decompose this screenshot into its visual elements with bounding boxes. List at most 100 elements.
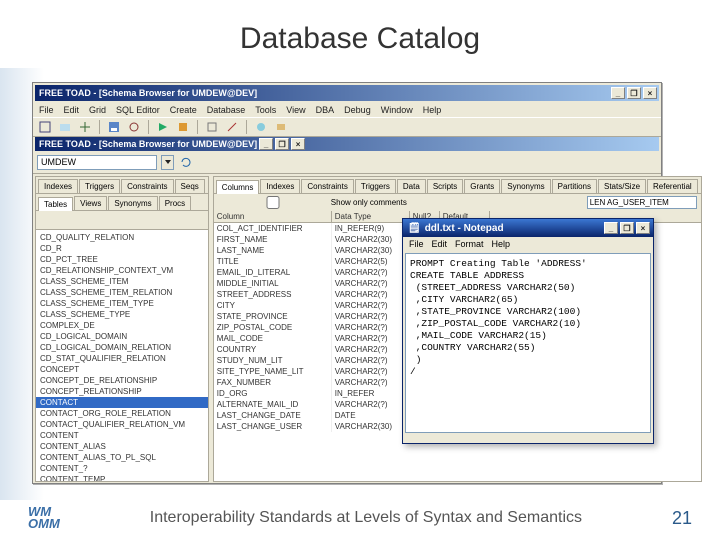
tab-grants[interactable]: Grants	[464, 179, 500, 193]
list-item[interactable]: CD_PCT_TREE	[36, 254, 208, 265]
toolbar-icon[interactable]	[124, 213, 138, 227]
menu-grid[interactable]: Grid	[89, 105, 106, 115]
list-item[interactable]: COMPLEX_DE	[36, 320, 208, 331]
refresh-icon[interactable]	[178, 154, 194, 170]
list-item[interactable]: CONTENT_ALIAS	[36, 441, 208, 452]
tab-seqs[interactable]: Seqs	[175, 179, 205, 193]
toolbar-icon[interactable]	[126, 119, 142, 135]
list-item[interactable]: CONTENT	[36, 430, 208, 441]
notepad-titlebar[interactable]: 🗒 ddl.txt - Notepad _ ❐ ×	[403, 219, 653, 237]
list-item[interactable]: CD_QUALITY_RELATION	[36, 232, 208, 243]
list-item[interactable]: CONTACT	[36, 397, 208, 408]
grid-cell: STREET_ADDRESS	[214, 289, 332, 300]
toolbar-icon[interactable]	[107, 213, 121, 227]
notepad-text-area[interactable]: PROMPT Creating Table 'ADDRESS' CREATE T…	[405, 253, 651, 433]
tab-constraints[interactable]: Constraints	[121, 179, 173, 193]
minimize-button[interactable]: _	[611, 87, 625, 99]
app-menubar: File Edit Grid SQL Editor Create Database Tool…	[33, 103, 661, 117]
menu-sql-editor[interactable]: SQL Editor	[116, 105, 160, 115]
tab-referential[interactable]: Referential	[647, 179, 698, 193]
menu-file[interactable]: File	[39, 105, 54, 115]
list-item[interactable]: CONCEPT	[36, 364, 208, 375]
notepad-close-button[interactable]: ×	[636, 222, 650, 234]
toolbar-icon[interactable]	[253, 119, 269, 135]
child-minimize-button[interactable]: _	[259, 138, 273, 150]
tab-synonyms[interactable]: Synonyms	[108, 196, 157, 210]
grid-cell: VARCHAR2(?)	[332, 300, 410, 311]
show-comments-checkbox[interactable]	[218, 196, 328, 209]
save-icon[interactable]	[106, 119, 122, 135]
menu-window[interactable]: Window	[381, 105, 413, 115]
child-close-button[interactable]: ×	[291, 138, 305, 150]
schema-dropdown-icon[interactable]	[161, 155, 174, 170]
toolbar-icon[interactable]	[56, 213, 70, 227]
tab-columns[interactable]: Columns	[216, 180, 260, 194]
toolbar-icon[interactable]	[224, 119, 240, 135]
toolbar-icon[interactable]	[90, 213, 104, 227]
notepad-menu-file[interactable]: File	[409, 239, 424, 249]
list-item[interactable]: CD_LOGICAL_DOMAIN	[36, 331, 208, 342]
tab-scripts[interactable]: Scripts	[427, 179, 463, 193]
maximize-button[interactable]: ❐	[627, 87, 641, 99]
toolbar-icon[interactable]	[204, 119, 220, 135]
menu-debug[interactable]: Debug	[344, 105, 371, 115]
notepad-menu-help[interactable]: Help	[492, 239, 511, 249]
tab-procs[interactable]: Procs	[159, 196, 191, 210]
notepad-window[interactable]: 🗒 ddl.txt - Notepad _ ❐ × File Edit Format…	[402, 218, 654, 444]
list-item[interactable]: CLASS_SCHEME_ITEM_TYPE	[36, 298, 208, 309]
list-item[interactable]: CONTENT_?	[36, 463, 208, 474]
toolbar-icon[interactable]	[175, 119, 191, 135]
tab-partitions[interactable]: Partitions	[552, 179, 597, 193]
list-item[interactable]: CONCEPT_DE_RELATIONSHIP	[36, 375, 208, 386]
object-list[interactable]: CD_QUALITY_RELATIONCD_RCD_PCT_TREECD_REL…	[36, 230, 208, 481]
tab-tables[interactable]: Tables	[38, 197, 73, 211]
toolbar-icon[interactable]	[39, 213, 53, 227]
tab-data[interactable]: Data	[397, 179, 426, 193]
tab-views[interactable]: Views	[74, 196, 107, 210]
list-item[interactable]: CD_LOGICAL_DOMAIN_RELATION	[36, 342, 208, 353]
tab-stats-size[interactable]: Stats/Size	[598, 179, 646, 193]
child-maximize-button[interactable]: ❐	[275, 138, 289, 150]
tab-constraints[interactable]: Constraints	[301, 179, 353, 193]
menu-tools[interactable]: Tools	[255, 105, 276, 115]
grid-col-column[interactable]: Column	[214, 211, 332, 222]
list-item[interactable]: CD_STAT_QUALIFIER_RELATION	[36, 353, 208, 364]
menu-dba[interactable]: DBA	[316, 105, 335, 115]
grid-col-datatype[interactable]: Data Type	[332, 211, 410, 222]
list-item[interactable]: CLASS_SCHEME_ITEM_RELATION	[36, 287, 208, 298]
menu-database[interactable]: Database	[207, 105, 246, 115]
notepad-maximize-button[interactable]: ❐	[620, 222, 634, 234]
list-item[interactable]: CD_RELATIONSHIP_CONTEXT_VM	[36, 265, 208, 276]
list-item[interactable]: CONCEPT_RELATIONSHIP	[36, 386, 208, 397]
toolbar-icon[interactable]	[73, 213, 87, 227]
list-item[interactable]: CLASS_SCHEME_ITEM	[36, 276, 208, 287]
execute-icon[interactable]	[155, 119, 171, 135]
toolbar-icon[interactable]	[273, 119, 289, 135]
menu-help[interactable]: Help	[423, 105, 442, 115]
menu-view[interactable]: View	[286, 105, 305, 115]
tab-triggers[interactable]: Triggers	[355, 179, 396, 193]
schema-input[interactable]	[37, 155, 157, 170]
menu-edit[interactable]: Edit	[64, 105, 80, 115]
tab-synonyms[interactable]: Synonyms	[501, 179, 550, 193]
tab-triggers[interactable]: Triggers	[79, 179, 120, 193]
toolbar-icon[interactable]	[77, 119, 93, 135]
toolbar-icon[interactable]	[37, 119, 53, 135]
table-name-field[interactable]	[587, 196, 697, 209]
tab-indexes[interactable]: Indexes	[38, 179, 78, 193]
tab-indexes[interactable]: Indexes	[260, 179, 300, 193]
list-item[interactable]: CD_R	[36, 243, 208, 254]
list-item[interactable]: CONTENT_ALIAS_TO_PL_SQL	[36, 452, 208, 463]
toolbar-icon[interactable]	[57, 119, 73, 135]
grid-cell: VARCHAR2(?)	[332, 333, 410, 344]
menu-create[interactable]: Create	[170, 105, 197, 115]
notepad-menu-format[interactable]: Format	[455, 239, 484, 249]
list-item[interactable]: CONTENT_TEMP	[36, 474, 208, 481]
list-item[interactable]: CONTACT_ORG_ROLE_RELATION	[36, 408, 208, 419]
notepad-minimize-button[interactable]: _	[604, 222, 618, 234]
list-item[interactable]: CLASS_SCHEME_TYPE	[36, 309, 208, 320]
list-item[interactable]: CONTACT_QUALIFIER_RELATION_VM	[36, 419, 208, 430]
grid-cell: VARCHAR2(30)	[332, 421, 410, 432]
close-button[interactable]: ×	[643, 87, 657, 99]
notepad-menu-edit[interactable]: Edit	[432, 239, 448, 249]
